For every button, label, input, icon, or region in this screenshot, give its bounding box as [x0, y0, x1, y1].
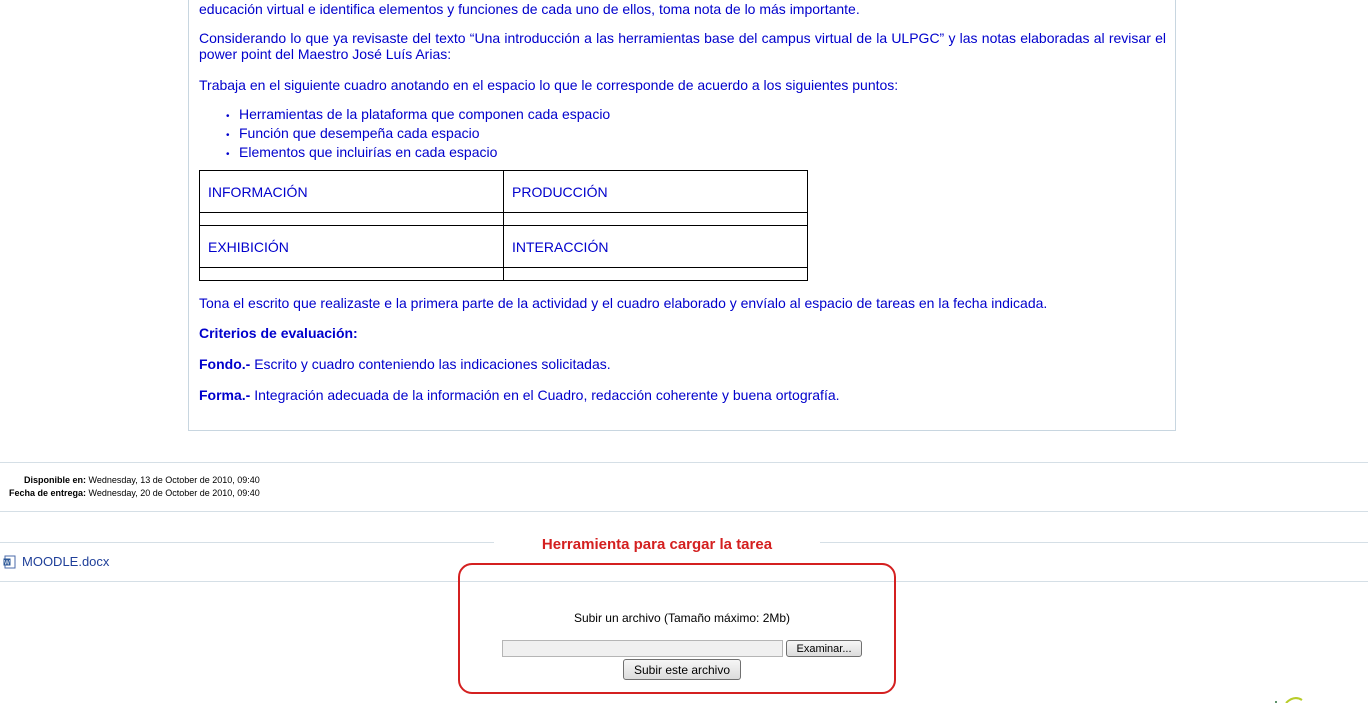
- upload-label: Subir un archivo (Tamaño máximo: 2Mb): [573, 611, 791, 625]
- logo-fragment-icon: [1275, 697, 1303, 703]
- cell-produccion: PRODUCCIÓN: [503, 170, 808, 213]
- criteria-heading: Criterios de evaluación:: [199, 325, 358, 341]
- criteria-forma: Forma.- Integración adecuada de la infor…: [199, 387, 840, 403]
- list-item: • Herramientas de la plataforma que compo…: [226, 106, 610, 125]
- svg-text:W: W: [4, 560, 10, 566]
- submitted-file-link[interactable]: W MOODLE.docx: [3, 554, 109, 569]
- bullet-icon: •: [226, 111, 230, 122]
- file-name[interactable]: MOODLE.docx: [22, 554, 109, 569]
- list-item: • Función que desempeña cada espacio: [226, 125, 610, 144]
- bullet-icon: •: [226, 130, 230, 141]
- divider: [0, 511, 1368, 512]
- upload-file-button[interactable]: Subir este archivo: [623, 659, 741, 680]
- cell-empty: [199, 212, 504, 226]
- due-label: Fecha de entrega:: [8, 488, 86, 498]
- available-date: Wednesday, 13 de October de 2010, 09:40: [88, 475, 260, 485]
- list-item: • Elementos que incluirías en cada espaci…: [226, 144, 610, 163]
- paragraph-trabaja: Trabaja en el siguiente cuadro anotando …: [199, 77, 899, 93]
- word-document-icon: W: [3, 555, 16, 568]
- instruction-list: • Herramientas de la plataforma que compo…: [226, 106, 610, 163]
- divider: [0, 462, 1368, 463]
- paragraph-tona: Tona el escrito que realizaste e la prim…: [199, 295, 1048, 311]
- criteria-fondo: Fondo.- Escrito y cuadro conteniendo las…: [199, 356, 611, 372]
- annotation-title: Herramienta para cargar la tarea: [494, 535, 820, 555]
- cell-informacion: INFORMACIÓN: [199, 170, 504, 213]
- file-path-input[interactable]: [502, 640, 783, 657]
- paragraph-considerando: Considerando lo que ya revisaste del tex…: [199, 30, 1166, 62]
- cell-empty: [199, 267, 504, 281]
- browse-button[interactable]: Examinar...: [786, 640, 862, 657]
- cell-empty: [503, 267, 808, 281]
- intro-line: educación virtual e identifica elementos…: [199, 1, 860, 17]
- cell-exhibicion: EXHIBICIÓN: [199, 225, 504, 268]
- due-date: Wednesday, 20 de October de 2010, 09:40: [88, 488, 260, 498]
- cell-empty: [503, 212, 808, 226]
- spaces-table: INFORMACIÓN PRODUCCIÓN EXHIBICIÓN INTERA…: [199, 170, 808, 281]
- bullet-icon: •: [226, 149, 230, 160]
- cell-interaccion: INTERACCIÓN: [503, 225, 808, 268]
- available-label: Disponible en:: [23, 475, 86, 485]
- assignment-dates: Disponible en: Wednesday, 13 de October …: [0, 474, 260, 500]
